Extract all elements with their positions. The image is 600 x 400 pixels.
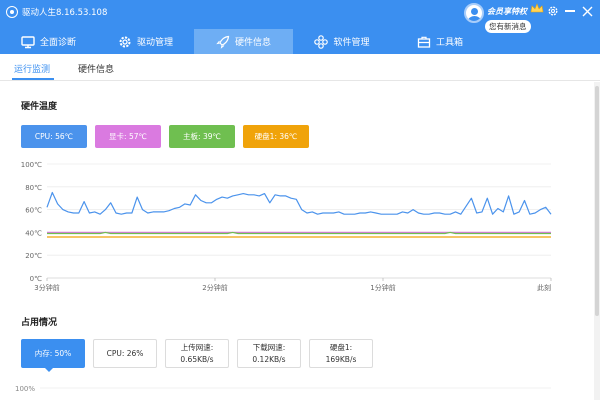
usage-card-label: 上传网速:: [180, 342, 214, 352]
sub-tabs: 运行监测 硬件信息: [0, 54, 600, 81]
x-tick-label: 此刻: [537, 283, 551, 292]
main-nav: 全面诊断 驱动管理 硬件信息 软件管理 工具箱: [0, 29, 600, 54]
x-tick-label: 3分钟前: [34, 283, 59, 292]
upload-speed-card[interactable]: 上传网速: 0.65KB/s: [165, 339, 229, 368]
series-line-CPU: [46, 191, 552, 215]
usage-card-value: 169KB/s: [325, 354, 357, 364]
title-bar: 驱动人生8.16.53.108 会员享特权 您有新消息 全面诊断 驱动管理 硬件…: [0, 0, 600, 54]
settings-icon[interactable]: [546, 4, 560, 18]
temperature-title: 硬件温度: [21, 102, 58, 112]
monitor-icon: [21, 35, 35, 48]
tab-label: 硬件信息: [234, 38, 271, 48]
tab-label: 软件管理: [333, 38, 370, 48]
usage-card-label: 内存: 50%: [34, 348, 72, 358]
gear-icon: [119, 36, 131, 47]
tab-hardware-info[interactable]: 硬件信息: [194, 29, 293, 54]
x-tick-label: 1分钟前: [370, 283, 395, 292]
usage-card-label: CPU: 26%: [106, 348, 144, 358]
tab-label: 全面诊断: [39, 38, 76, 48]
tab-toolbox[interactable]: 工具箱: [391, 29, 489, 54]
disk-temp-badge[interactable]: 硬盘1: 36℃: [243, 125, 309, 148]
tab-hardware-detail[interactable]: 硬件信息: [78, 62, 114, 75]
tab-label: 工具箱: [435, 38, 463, 48]
toolbox-icon: [417, 36, 431, 48]
y-tick-label: 0℃: [30, 275, 42, 283]
close-icon[interactable]: [580, 4, 594, 18]
avatar[interactable]: [464, 3, 484, 23]
scrollbar[interactable]: [594, 82, 600, 400]
cpu-temp-badge[interactable]: CPU: 56℃: [21, 125, 87, 148]
scrollbar-thumb[interactable]: [595, 86, 599, 316]
y-tick-label: 20℃: [25, 252, 42, 260]
crown-icon: [530, 3, 544, 13]
usage-card-value: 0.12KB/s: [252, 354, 286, 364]
tab-run-monitor[interactable]: 运行监测: [14, 62, 50, 75]
usage-chart: 100%: [15, 385, 551, 393]
tab-full-diagnosis[interactable]: 全面诊断: [0, 29, 97, 54]
active-tab-indicator: [12, 78, 54, 80]
tab-software-management[interactable]: 软件管理: [293, 29, 391, 54]
app-title-text: 驱动人生8.16.53.108: [22, 8, 108, 18]
rocket-icon: [216, 35, 230, 49]
memory-usage-card[interactable]: 内存: 50%: [21, 339, 85, 372]
tab-label: 驱动管理: [136, 38, 173, 48]
gpu-temp-badge[interactable]: 显卡: 57℃: [95, 125, 161, 148]
app-title: 驱动人生8.16.53.108: [6, 5, 107, 19]
download-speed-card[interactable]: 下载网速: 0.12KB/s: [237, 339, 301, 368]
y-tick-label: 80℃: [25, 184, 42, 192]
member-label[interactable]: 会员享特权: [487, 6, 527, 17]
usage-card-label: 硬盘1:: [329, 342, 353, 352]
usage-card-value: 0.65KB/s: [180, 354, 214, 364]
usage-card-label: 下载网速:: [252, 342, 286, 352]
apps-icon: [314, 34, 329, 49]
disk-speed-card[interactable]: 硬盘1: 169KB/s: [309, 339, 373, 368]
usage-axis-label: 100%: [15, 385, 35, 393]
temperature-chart: 0℃ 20℃ 40℃ 60℃ 80℃ 100℃ 3分钟前 2分钟前 1分钟前 此刻: [21, 161, 552, 292]
y-tick-label: 60℃: [25, 207, 42, 215]
app-logo-icon: [6, 6, 18, 18]
y-tick-label: 40℃: [25, 229, 42, 237]
usage-title: 占用情况: [21, 318, 58, 328]
x-tick-label: 2分钟前: [202, 283, 227, 292]
board-temp-badge[interactable]: 主板: 39℃: [169, 125, 235, 148]
tab-driver-management[interactable]: 驱动管理: [97, 29, 194, 54]
cpu-usage-card[interactable]: CPU: 26%: [93, 339, 157, 368]
y-tick-label: 100℃: [21, 161, 42, 169]
minimize-icon[interactable]: [563, 4, 577, 18]
